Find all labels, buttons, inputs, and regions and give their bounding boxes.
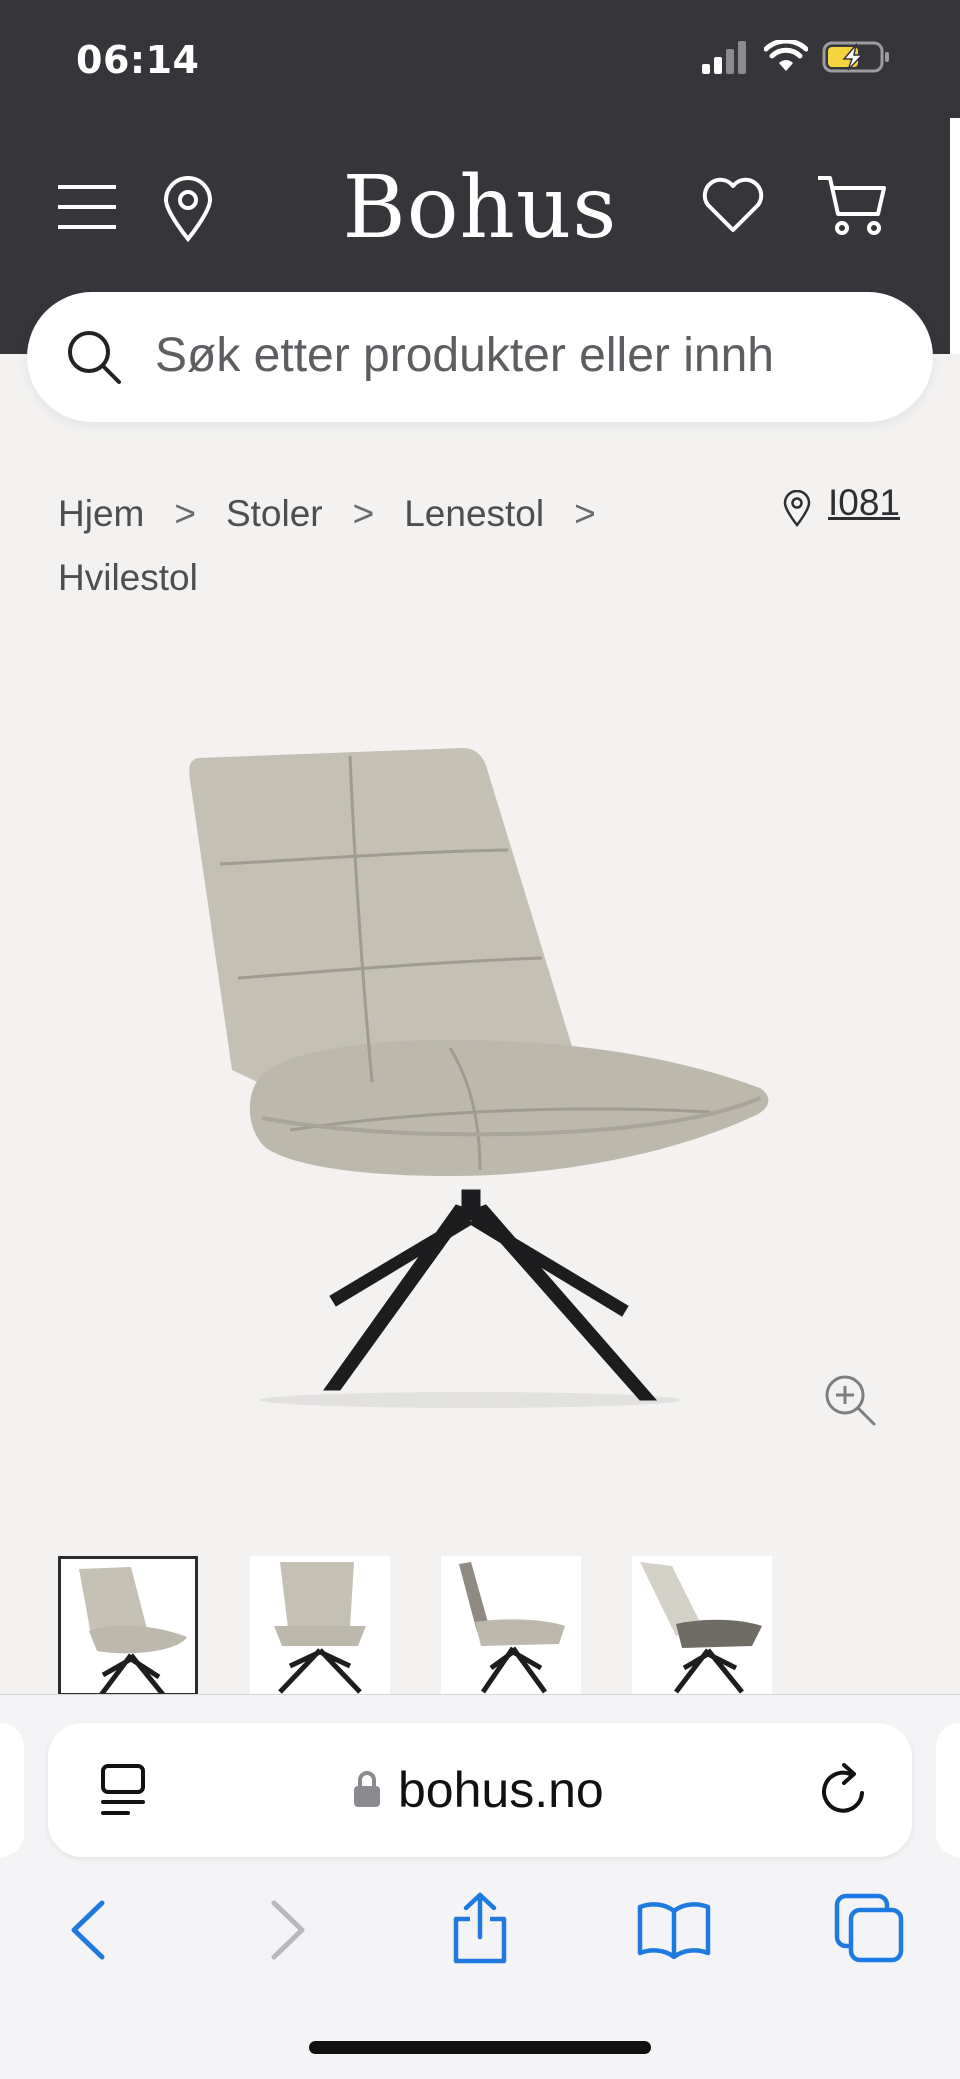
search-input[interactable]: Søk etter produkter eller innh bbox=[155, 328, 774, 383]
bookmarks-icon[interactable] bbox=[636, 1899, 712, 1959]
next-tab-card[interactable] bbox=[936, 1723, 960, 1857]
cellular-signal-icon bbox=[702, 41, 746, 74]
reader-mode-icon[interactable] bbox=[100, 1763, 146, 1817]
share-icon[interactable] bbox=[450, 1891, 510, 1965]
breadcrumb: Hjem > Stoler > Lenestol > Hvilestol bbox=[58, 482, 758, 610]
location-pin-icon bbox=[783, 490, 811, 528]
battery-charging-icon bbox=[822, 41, 889, 73]
reload-icon[interactable] bbox=[818, 1763, 870, 1819]
search-icon bbox=[68, 331, 121, 384]
address-bar[interactable]: bohus.no bbox=[48, 1723, 912, 1857]
store-code[interactable]: I081 bbox=[828, 482, 900, 524]
forward-icon bbox=[271, 1900, 305, 1960]
thumbnail-2[interactable] bbox=[250, 1556, 390, 1696]
home-indicator bbox=[309, 2041, 651, 2054]
wifi-icon bbox=[764, 40, 808, 71]
breadcrumb-stoler[interactable]: Stoler bbox=[226, 493, 323, 534]
breadcrumb-lenestol[interactable]: Lenestol bbox=[404, 493, 544, 534]
thumbnail-1[interactable] bbox=[58, 1556, 198, 1696]
wishlist-heart-icon[interactable] bbox=[700, 174, 766, 234]
shopping-cart-icon[interactable] bbox=[816, 172, 888, 238]
lock-icon bbox=[354, 1771, 380, 1807]
status-time: 06:14 bbox=[76, 38, 200, 82]
search-bar[interactable]: Søk etter produkter eller innh bbox=[27, 292, 933, 422]
browser-chrome: bohus.no bbox=[0, 1694, 960, 2079]
breadcrumb-separator: > bbox=[574, 493, 596, 534]
previous-tab-card[interactable] bbox=[0, 1723, 24, 1857]
back-icon[interactable] bbox=[68, 1899, 108, 1961]
breadcrumb-separator: > bbox=[352, 493, 375, 534]
scroll-indicator bbox=[950, 118, 960, 354]
thumbnail-3[interactable] bbox=[441, 1556, 581, 1696]
thumbnail-4[interactable] bbox=[632, 1556, 772, 1696]
product-image[interactable] bbox=[150, 700, 790, 1420]
url-text[interactable]: bohus.no bbox=[398, 1761, 604, 1819]
breadcrumb-current: Hvilestol bbox=[58, 557, 198, 598]
zoom-in-icon[interactable] bbox=[822, 1372, 878, 1428]
breadcrumb-separator: > bbox=[174, 493, 196, 534]
tabs-icon[interactable] bbox=[834, 1893, 906, 1963]
breadcrumb-home[interactable]: Hjem bbox=[58, 493, 144, 534]
